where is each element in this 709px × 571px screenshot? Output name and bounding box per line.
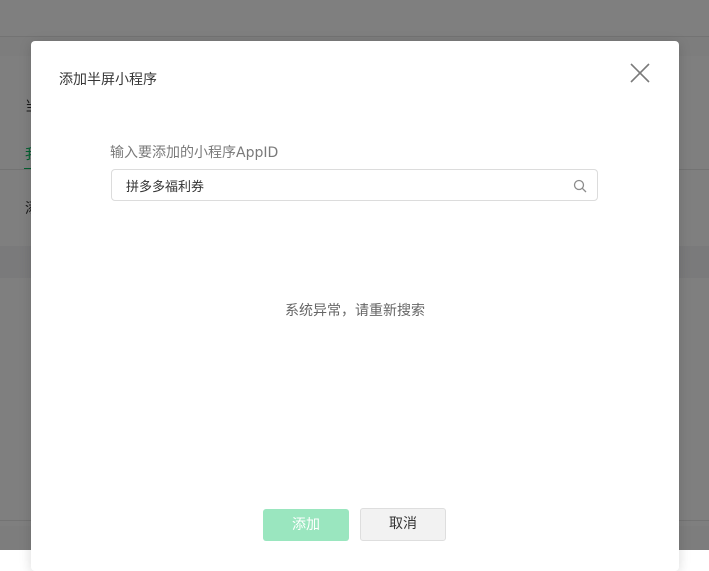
dialog-title: 添加半屏小程序 [59,72,157,88]
add-button[interactable]: 添加 [263,509,349,541]
search-icon[interactable] [573,178,587,193]
appid-search-input[interactable] [126,170,566,200]
search-box [111,169,598,201]
cancel-button[interactable]: 取消 [360,508,446,541]
close-icon[interactable] [628,61,652,85]
add-mini-program-dialog: 添加半屏小程序 输入要添加的小程序AppID 系统异常，请重新搜索 添加 取消 [31,41,679,571]
status-message: 系统异常，请重新搜索 [285,303,425,319]
appid-field-label: 输入要添加的小程序AppID [110,145,279,161]
